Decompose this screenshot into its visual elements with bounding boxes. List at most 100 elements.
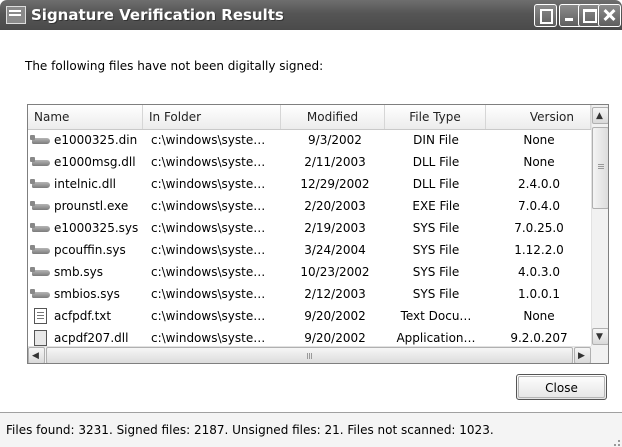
column-header-modified[interactable]: Modified [281,105,385,129]
horizontal-scroll-thumb[interactable] [46,347,573,363]
cell-folder: c:\windows\syste… [151,331,266,345]
cell-name: smbios.sys [54,287,120,301]
table-row[interactable]: smbios.sys c:\windows\syste… 2/12/2003 SYS … [28,284,591,304]
driver-icon [30,135,50,144]
cell-modified: 9/3/2002 [308,133,362,147]
intro-text: The following files have not been digita… [25,59,324,73]
cell-modified: 9/20/2002 [304,309,366,323]
cell-version: 7.0.4.0 [518,199,560,213]
close-window-button[interactable] [598,4,621,27]
table-row[interactable]: acfpdf.txt c:\windows\syste… 9/20/2002 Text… [28,306,591,326]
table-row[interactable]: e1000msg.dll c:\windows\syste… 2/11/2003 DL… [28,152,591,172]
close-button[interactable]: Close [516,374,607,400]
chevron-left-icon: ◀ [32,351,39,361]
table-row[interactable]: prounstl.exe c:\windows\syste… 2/20/2003 EX… [28,196,591,216]
cell-name: e1000325.sys [54,221,139,235]
window-title: Signature Verification Results [31,6,284,24]
title-bar[interactable]: Signature Verification Results [0,0,622,30]
application-icon [34,330,47,346]
column-header-folder[interactable]: In Folder [143,105,281,129]
window-app-icon [6,6,26,24]
cell-version: 7.0.25.0 [514,221,564,235]
unsigned-files-list[interactable]: Name In Folder Modified File Type Versio… [27,104,609,364]
column-header-version[interactable]: Version [486,105,591,129]
cell-modified: 12/29/2002 [300,177,370,191]
cell-version: None [523,133,555,147]
chevron-right-icon: ▶ [578,351,585,361]
scroll-up-button[interactable]: ▲ [592,107,608,124]
driver-icon [30,179,50,188]
table-row[interactable]: acpdf207.dll c:\windows\syste… 9/20/2002 Ap… [28,328,591,347]
scroll-down-button[interactable]: ▼ [592,328,608,345]
column-header-type[interactable]: File Type [385,105,486,129]
cell-name: smb.sys [54,265,103,279]
cell-version: None [523,155,555,169]
cell-folder: c:\windows\syste… [151,155,266,169]
list-header: Name In Folder Modified File Type Versio… [28,105,591,130]
scroll-left-button[interactable]: ◀ [28,347,45,363]
cell-file-type: SYS File [412,243,460,257]
cell-name: pcouffin.sys [54,243,126,257]
chevron-up-icon: ▲ [596,111,603,121]
cell-file-type: SYS File [412,221,460,235]
cell-version: 9.2.0.207 [510,331,568,345]
list-rows: e1000325.din c:\windows\syste… 9/3/2002 DIN… [28,130,591,347]
driver-icon [30,267,50,276]
driver-icon [30,201,50,210]
driver-icon [30,223,50,232]
cell-modified: 9/20/2002 [304,331,366,345]
cell-folder: c:\windows\syste… [151,221,266,235]
vertical-scroll-thumb[interactable] [592,127,608,209]
driver-icon [30,245,50,254]
cell-name: e1000325.din [54,133,138,147]
cell-file-type: SYS File [412,287,460,301]
cell-file-type: DLL File [412,177,460,191]
cell-file-type: Application… [396,331,476,345]
scroll-right-button[interactable]: ▶ [574,347,591,363]
table-row[interactable]: smb.sys c:\windows\syste… 10/23/2002 SYS Fi… [28,262,591,282]
cell-folder: c:\windows\syste… [151,287,266,301]
status-bar: Files found: 3231. Signed files: 2187. U… [0,412,622,447]
cell-name: acfpdf.txt [54,309,112,323]
cell-modified: 2/12/2003 [304,287,366,301]
signature-verification-window: Signature Verification Results The follo… [0,0,622,447]
cell-modified: 2/20/2003 [304,199,366,213]
cell-folder: c:\windows\syste… [151,199,266,213]
cell-folder: c:\windows\syste… [151,309,266,323]
cell-version: 1.0.0.1 [518,287,560,301]
table-row[interactable]: e1000325.sys c:\windows\syste… 2/19/2003 SY… [28,218,591,238]
vertical-scrollbar[interactable]: ▲ ▼ [591,105,608,346]
resize-grip-icon[interactable] [608,434,620,446]
cell-name: intelnic.dll [54,177,116,191]
table-row[interactable]: intelnic.dll c:\windows\syste… 12/29/2002 D… [28,174,591,194]
column-header-name[interactable]: Name [28,105,143,129]
help-button[interactable] [534,4,557,27]
scrollbar-corner [591,346,608,363]
cell-version: 2.4.0.0 [518,177,560,191]
cell-version: 1.12.2.0 [514,243,564,257]
cell-folder: c:\windows\syste… [151,133,266,147]
cell-folder: c:\windows\syste… [151,243,266,257]
cell-file-type: SYS File [412,265,460,279]
cell-file-type: Text Docu… [400,309,472,323]
cell-modified: 2/19/2003 [304,221,366,235]
cell-folder: c:\windows\syste… [151,177,266,191]
horizontal-scrollbar[interactable]: ◀ ▶ [28,346,591,363]
cell-file-type: DIN File [413,133,459,147]
table-row[interactable]: pcouffin.sys c:\windows\syste… 3/24/2004 SY… [28,240,591,260]
cell-modified: 3/24/2004 [304,243,366,257]
cell-version: 4.0.3.0 [518,265,560,279]
cell-version: None [523,309,555,323]
status-text: Files found: 3231. Signed files: 2187. U… [6,423,494,437]
cell-modified: 10/23/2002 [300,265,370,279]
cell-name: acpdf207.dll [54,331,129,345]
cell-name: e1000msg.dll [54,155,136,169]
cell-name: prounstl.exe [54,199,129,213]
driver-icon [30,157,50,166]
chevron-down-icon: ▼ [596,332,603,342]
cell-modified: 2/11/2003 [304,155,366,169]
table-row[interactable]: e1000325.din c:\windows\syste… 9/3/2002 DIN… [28,130,591,150]
cell-file-type: DLL File [412,155,460,169]
cell-folder: c:\windows\syste… [151,265,266,279]
driver-icon [30,289,50,298]
